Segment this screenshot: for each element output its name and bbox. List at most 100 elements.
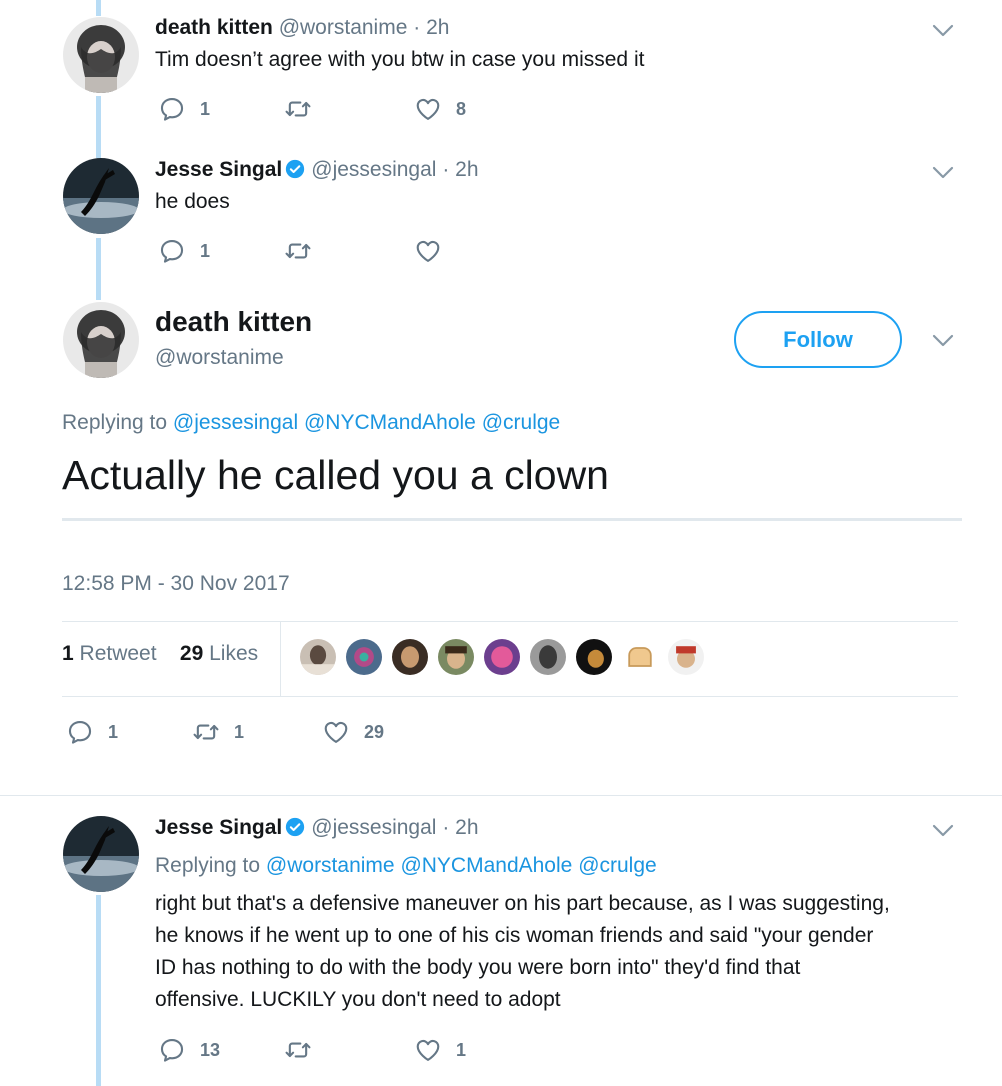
replying-to-label: Replying to xyxy=(155,854,261,877)
reply-icon xyxy=(158,95,186,123)
replying-to-label: Replying to xyxy=(62,411,168,434)
handle[interactable]: @jessesingal xyxy=(311,158,436,181)
chevron-down-icon[interactable] xyxy=(932,24,954,38)
tweet-text-line: he knows if he went up to one of his cis… xyxy=(155,924,874,947)
retweet-count: 1 xyxy=(234,721,245,742)
separator-dot: · xyxy=(413,16,421,39)
avatar[interactable] xyxy=(63,17,139,93)
tweet-header: death kitten @worstanime · 2h xyxy=(155,16,449,40)
tweet-header: Jesse Singal @jessesingal · 2h xyxy=(155,158,479,182)
heart-icon xyxy=(414,237,442,265)
mention-link[interactable]: @crulge xyxy=(578,854,657,877)
tweet-stats: 1 Retweet 29 Likes xyxy=(62,642,258,666)
like-stat-number: 29 xyxy=(179,642,204,665)
liker-avatar[interactable] xyxy=(574,637,614,677)
liker-avatar[interactable] xyxy=(528,637,568,677)
like-button[interactable]: 8 xyxy=(414,95,466,123)
mention-link[interactable]: @jessesingal xyxy=(173,411,298,434)
like-count: 1 xyxy=(456,1039,467,1060)
like-button[interactable] xyxy=(414,237,442,265)
timestamp[interactable]: 2h xyxy=(455,158,478,181)
heart-icon xyxy=(414,1036,442,1064)
retweet-stat[interactable]: 1 Retweet xyxy=(62,642,157,665)
display-name[interactable]: Jesse Singal xyxy=(155,158,282,181)
avatar[interactable] xyxy=(63,302,139,378)
reply-icon xyxy=(158,1036,186,1064)
handle[interactable]: @jessesingal xyxy=(311,816,436,839)
retweet-button[interactable] xyxy=(284,237,312,265)
retweet-stat-number: 1 xyxy=(62,642,74,665)
replying-to: Replying to @jessesingal @NYCMandAhole @… xyxy=(62,411,560,435)
avatar[interactable] xyxy=(63,816,139,892)
display-name[interactable]: death kitten xyxy=(155,306,312,338)
like-count: 8 xyxy=(456,98,467,119)
like-stat[interactable]: 29 Likes xyxy=(180,642,258,665)
liker-avatar[interactable] xyxy=(436,637,476,677)
like-button[interactable]: 1 xyxy=(414,1036,466,1064)
liker-avatar[interactable] xyxy=(620,637,660,677)
liker-avatar[interactable] xyxy=(298,637,338,677)
tweet-text-line: right but that's a defensive maneuver on… xyxy=(155,892,890,915)
like-stat-label: Likes xyxy=(209,642,259,665)
retweet-button[interactable]: 1 xyxy=(192,718,244,746)
like-count: 29 xyxy=(364,721,385,742)
tweet-header: Jesse Singal @jessesingal · 2h xyxy=(155,816,479,840)
follow-button[interactable]: Follow xyxy=(734,311,902,368)
heart-icon xyxy=(322,718,350,746)
timestamp[interactable]: 2h xyxy=(455,816,478,839)
chevron-down-icon[interactable] xyxy=(932,824,954,838)
retweet-button[interactable] xyxy=(284,1036,312,1064)
separator-dot: · xyxy=(442,816,450,839)
liker-avatar[interactable] xyxy=(482,637,522,677)
tweet-2: Jesse Singal @jessesingal · 2h he does 1 xyxy=(0,140,1002,290)
mention-link[interactable]: @NYCMandAhole xyxy=(400,854,572,877)
liker-avatar[interactable] xyxy=(390,637,430,677)
tweet-text: he does xyxy=(155,190,230,213)
reply-icon xyxy=(66,718,94,746)
reply-button[interactable]: 1 xyxy=(158,95,210,123)
liker-avatar[interactable] xyxy=(666,637,706,677)
tweet-text: right but that's a defensive maneuver on… xyxy=(155,888,890,1016)
tweet-4: Jesse Singal @jessesingal · 2h Replying t… xyxy=(0,796,1002,1086)
mention-link[interactable]: @crulge xyxy=(482,411,561,434)
chevron-down-icon[interactable] xyxy=(932,166,954,180)
tweet-text: Tim doesn’t agree with you btw in case y… xyxy=(155,48,645,71)
retweet-stat-label: Retweet xyxy=(79,642,157,665)
reply-count: 1 xyxy=(200,240,211,261)
reply-count: 1 xyxy=(108,721,119,742)
retweet-icon xyxy=(284,95,312,123)
handle[interactable]: @worstanime xyxy=(155,346,284,370)
reply-icon xyxy=(158,237,186,265)
timestamp[interactable]: 2h xyxy=(426,16,449,39)
verified-badge-icon xyxy=(285,159,305,179)
tweet-timestamp[interactable]: 12:58 PM - 30 Nov 2017 xyxy=(62,572,290,596)
display-name[interactable]: death kitten xyxy=(155,16,273,39)
tweet-text-line: offensive. LUCKILY you don't need to ado… xyxy=(155,988,561,1011)
handle[interactable]: @worstanime xyxy=(279,16,408,39)
divider xyxy=(62,621,958,622)
reply-count: 1 xyxy=(200,98,211,119)
retweet-icon xyxy=(284,1036,312,1064)
avatar[interactable] xyxy=(63,158,139,234)
mention-link[interactable]: @worstanime xyxy=(266,854,395,877)
replying-to: Replying to @worstanime @NYCMandAhole @c… xyxy=(155,854,657,878)
retweet-button[interactable] xyxy=(284,95,312,123)
mention-link[interactable]: @NYCMandAhole xyxy=(304,411,476,434)
like-button[interactable]: 29 xyxy=(322,718,384,746)
reply-button[interactable]: 1 xyxy=(66,718,118,746)
verified-badge-icon xyxy=(285,817,305,837)
tweet-text-line: ID has nothing to do with the body you w… xyxy=(155,956,801,979)
separator-dot: · xyxy=(442,158,450,181)
retweet-icon xyxy=(192,718,220,746)
heart-icon xyxy=(414,95,442,123)
divider xyxy=(62,696,958,697)
reply-button[interactable]: 1 xyxy=(158,237,210,265)
liker-avatar[interactable] xyxy=(344,637,384,677)
reply-button[interactable]: 13 xyxy=(158,1036,220,1064)
chevron-down-icon[interactable] xyxy=(932,334,954,348)
divider xyxy=(280,622,281,696)
divider xyxy=(62,518,962,521)
retweet-icon xyxy=(284,237,312,265)
display-name[interactable]: Jesse Singal xyxy=(155,816,282,839)
tweet-text: Actually he called you a clown xyxy=(62,452,609,498)
